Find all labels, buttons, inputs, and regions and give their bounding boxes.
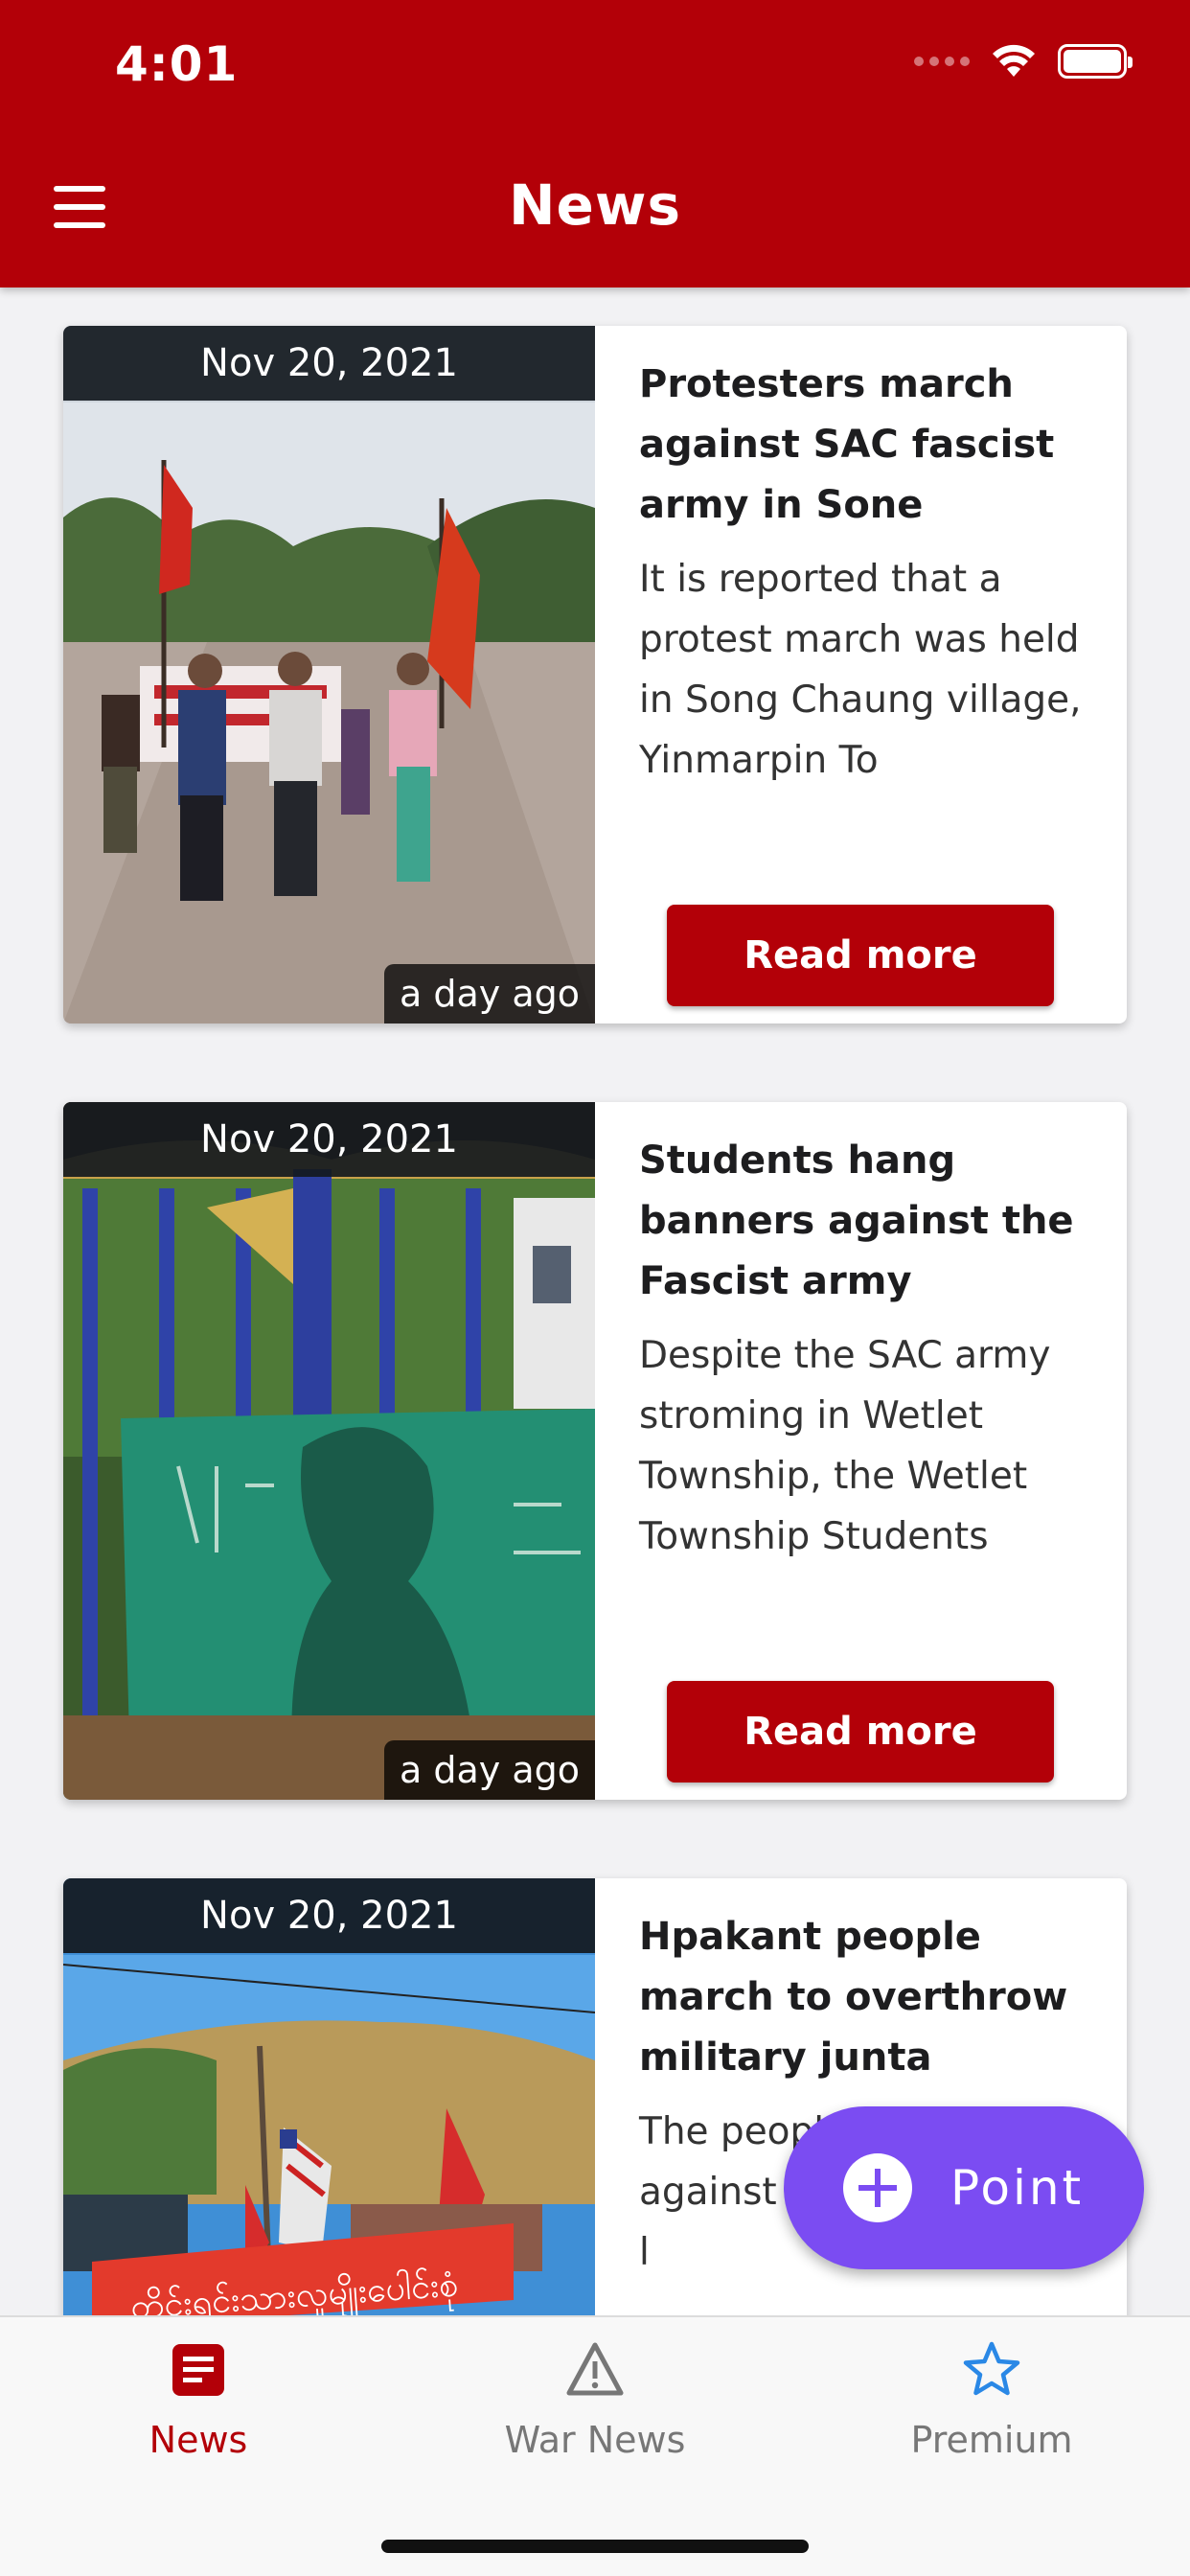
news-card[interactable]: Nov 20, 2021 a day ago Protesters march … [63, 326, 1127, 1024]
fab-label: Point [950, 2160, 1085, 2216]
page-title: News [509, 172, 681, 238]
tab-label: News [149, 2419, 248, 2461]
app-header: 4:01 News [0, 0, 1190, 288]
news-image[interactable]: Nov 20, 2021 a day ago [63, 326, 595, 1024]
article-title[interactable]: Students hang banners against the Fascis… [639, 1131, 1109, 1312]
bottom-tab-bar: News War News Premium [0, 2315, 1190, 2576]
card-body: Students hang banners against the Fascis… [639, 1131, 1109, 1567]
article-age: a day ago [384, 964, 595, 1024]
tab-label: Premium [910, 2419, 1073, 2461]
status-indicators [914, 44, 1133, 79]
article-date: Nov 20, 2021 [63, 1878, 595, 1953]
news-image[interactable]: Nov 20, 2021 a day ago [63, 1102, 595, 1800]
signal-icon [914, 57, 970, 66]
news-screen: 4:01 News Nov 20, 2021 a day ago Protest… [0, 0, 1190, 2576]
read-more-button[interactable]: Read more [667, 905, 1054, 1006]
star-icon [963, 2341, 1020, 2396]
plus-icon [843, 2153, 912, 2222]
article-title[interactable]: Protesters march against SAC fascist arm… [639, 355, 1109, 536]
news-feed[interactable]: Nov 20, 2021 a day ago Protesters march … [0, 288, 1190, 2315]
article-date: Nov 20, 2021 [63, 1102, 595, 1177]
article-excerpt: Despite the SAC army stroming in Wetlet … [639, 1334, 1051, 1558]
article-excerpt: It is reported that a protest march was … [639, 558, 1082, 782]
article-title[interactable]: Hpakant people march to overthrow milita… [639, 1907, 1109, 2088]
article-age: a day ago [384, 1740, 595, 1800]
tab-war-news[interactable]: War News [397, 2340, 793, 2461]
tab-news[interactable]: News [0, 2340, 397, 2461]
card-body: Protesters march against SAC fascist arm… [639, 355, 1109, 791]
battery-icon [1058, 44, 1133, 79]
article-date: Nov 20, 2021 [63, 326, 595, 401]
read-more-button[interactable]: Read more [667, 1681, 1054, 1782]
status-time: 4:01 [115, 36, 239, 92]
wifi-icon [993, 44, 1035, 77]
point-fab-button[interactable]: Point [784, 2106, 1144, 2269]
tab-premium[interactable]: Premium [793, 2340, 1190, 2461]
news-card[interactable]: Nov 20, 2021 a day ago Students hang ban… [63, 1102, 1127, 1800]
news-icon [172, 2344, 224, 2396]
tab-label: War News [504, 2419, 686, 2461]
home-indicator[interactable] [381, 2540, 809, 2553]
banner-photo [63, 1102, 595, 1800]
warning-icon [566, 2342, 624, 2396]
news-image[interactable]: Nov 20, 2021 တိုင်းရင်းသားလူမျိုးပေါင်းစ… [63, 1878, 595, 2315]
protest-march-photo [63, 326, 595, 1024]
